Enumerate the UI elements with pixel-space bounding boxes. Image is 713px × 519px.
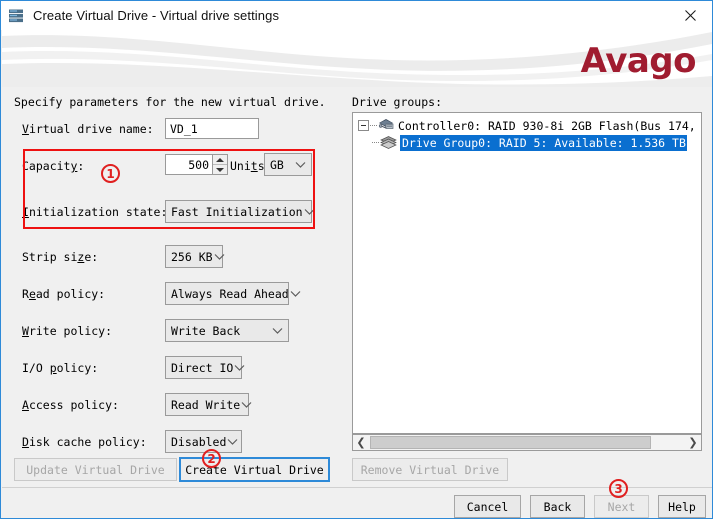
access-policy-select[interactable]: Read Write bbox=[165, 393, 252, 416]
spin-down-icon[interactable] bbox=[213, 165, 227, 174]
access-policy-value: Read Write bbox=[171, 397, 241, 412]
capacity-input[interactable] bbox=[165, 154, 212, 175]
annotation-marker-3: 3 bbox=[609, 479, 628, 498]
vd-name-label: Virtual drive name: bbox=[22, 122, 154, 136]
access-policy-label: Access policy: bbox=[22, 398, 119, 412]
remove-virtual-drive-label: Remove Virtual Drive bbox=[360, 462, 500, 477]
read-policy-value: Always Read Ahead bbox=[171, 286, 289, 301]
back-label: Back bbox=[543, 499, 572, 514]
chevron-down-icon bbox=[226, 435, 239, 448]
tree-horizontal-scrollbar[interactable]: ❮ ❯ bbox=[352, 434, 702, 451]
close-icon[interactable] bbox=[668, 1, 712, 29]
initialization-state-select[interactable]: Fast Initialization bbox=[165, 200, 314, 223]
strip-size-value: 256 KB bbox=[171, 249, 213, 264]
units-value: GB bbox=[270, 157, 284, 172]
tree-connector bbox=[370, 125, 377, 126]
spin-up-icon[interactable] bbox=[213, 155, 227, 165]
cancel-button[interactable]: Cancel bbox=[454, 495, 521, 518]
chevron-down-icon bbox=[271, 324, 284, 337]
drive-stack-icon bbox=[379, 135, 398, 150]
dialog-body: Specify parameters for the new virtual d… bbox=[2, 87, 712, 487]
initialization-state-value: Fast Initialization bbox=[171, 204, 303, 219]
initialization-state-label: Initialization state: bbox=[22, 205, 168, 219]
back-button[interactable]: Back bbox=[530, 495, 585, 518]
scroll-left-icon[interactable]: ❮ bbox=[353, 435, 369, 450]
units-select[interactable]: GB bbox=[264, 153, 312, 176]
tree-row[interactable]: Drive Group0: RAID 5: Available: 1.536 T… bbox=[353, 134, 701, 151]
capacity-stepper[interactable] bbox=[165, 154, 228, 175]
io-policy-label: I/O policy: bbox=[22, 361, 99, 375]
chevron-down-icon bbox=[289, 287, 302, 300]
controller-node-label: Controller0: RAID 930-8i 2GB Flash(Bus 1… bbox=[398, 118, 701, 133]
drive-groups-tree[interactable]: Controller0: RAID 930-8i 2GB Flash(Bus 1… bbox=[352, 112, 702, 434]
avago-logo: Avago bbox=[580, 41, 697, 81]
next-label: Next bbox=[607, 499, 636, 514]
io-policy-select[interactable]: Direct IO bbox=[165, 356, 245, 379]
server-stack-icon bbox=[8, 8, 25, 24]
next-button: Next bbox=[594, 495, 649, 518]
chevron-down-icon bbox=[240, 398, 253, 411]
create-virtual-drive-dialog: Create Virtual Drive - Virtual drive set… bbox=[0, 0, 713, 519]
capacity-spin-buttons[interactable] bbox=[212, 154, 228, 175]
update-virtual-drive-label: Update Virtual Drive bbox=[26, 462, 165, 477]
header-banner: Avago bbox=[2, 30, 712, 87]
disk-cache-policy-label: Disk cache policy: bbox=[22, 435, 147, 449]
remove-virtual-drive-button: Remove Virtual Drive bbox=[352, 458, 508, 481]
tree-row[interactable]: Controller0: RAID 930-8i 2GB Flash(Bus 1… bbox=[353, 117, 701, 134]
drive-groups-label: Drive groups: bbox=[352, 95, 443, 109]
collapse-icon[interactable] bbox=[358, 120, 369, 131]
read-policy-label: Read policy: bbox=[22, 287, 106, 301]
capacity-label: Capacity: bbox=[22, 159, 85, 173]
raid-controller-icon bbox=[377, 118, 396, 133]
write-policy-value: Write Back bbox=[171, 323, 241, 338]
write-policy-select[interactable]: Write Back bbox=[165, 319, 289, 342]
strip-size-select[interactable]: 256 KB bbox=[165, 245, 226, 268]
scroll-right-icon[interactable]: ❯ bbox=[685, 435, 701, 450]
help-button[interactable]: Help bbox=[658, 495, 706, 518]
dialog-footer: Cancel Back Next Help bbox=[2, 487, 712, 518]
disk-cache-policy-value: Disabled bbox=[171, 434, 227, 449]
scrollbar-thumb[interactable] bbox=[370, 436, 651, 449]
chevron-down-icon bbox=[303, 205, 316, 218]
update-virtual-drive-button: Update Virtual Drive bbox=[14, 458, 177, 481]
cancel-label: Cancel bbox=[466, 499, 509, 514]
annotation-marker-1: 1 bbox=[101, 164, 120, 183]
instruction-text: Specify parameters for the new virtual d… bbox=[14, 95, 326, 109]
vd-name-input[interactable] bbox=[165, 118, 259, 139]
disk-cache-policy-select[interactable]: Disabled bbox=[165, 430, 242, 453]
chevron-down-icon bbox=[233, 361, 246, 374]
strip-size-label: Strip size: bbox=[22, 250, 99, 264]
help-label: Help bbox=[668, 499, 696, 514]
read-policy-select[interactable]: Always Read Ahead bbox=[165, 282, 301, 305]
chevron-down-icon bbox=[213, 250, 226, 263]
tree-connector bbox=[372, 142, 379, 143]
window-title: Create Virtual Drive - Virtual drive set… bbox=[33, 8, 280, 23]
chevron-down-icon bbox=[294, 158, 307, 171]
write-policy-label: Write policy: bbox=[22, 324, 113, 338]
annotation-marker-2: 2 bbox=[202, 449, 221, 468]
io-policy-value: Direct IO bbox=[171, 360, 234, 375]
drive-group-node-label[interactable]: Drive Group0: RAID 5: Available: 1.536 T… bbox=[400, 134, 687, 151]
title-bar: Create Virtual Drive - Virtual drive set… bbox=[1, 1, 712, 30]
